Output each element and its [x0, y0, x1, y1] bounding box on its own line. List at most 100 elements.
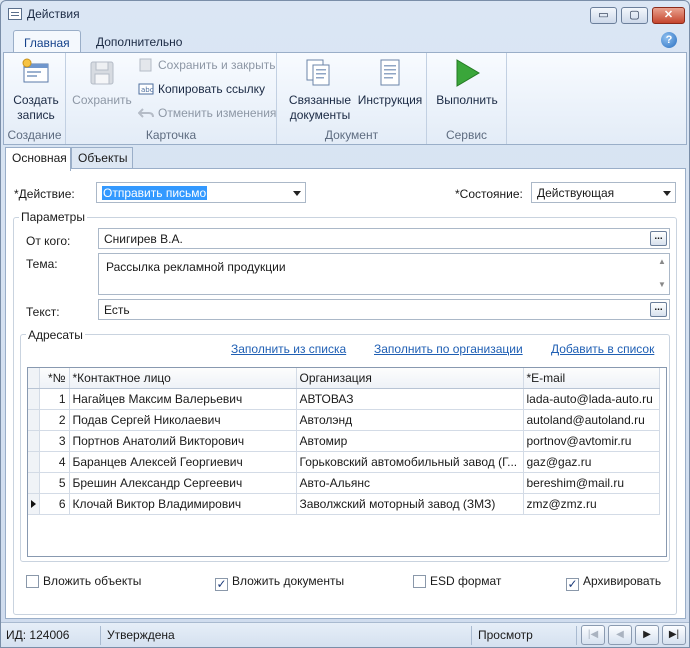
action-select[interactable]: Отправить письмо [96, 182, 306, 203]
cell-contact[interactable]: Подав Сергей Николаевич [69, 409, 297, 431]
text-edit-button[interactable]: ... [650, 302, 667, 317]
cell-email[interactable]: autoland@autoland.ru [523, 409, 660, 431]
first-icon: |◀ [587, 629, 599, 640]
row-selector[interactable] [28, 451, 40, 473]
cell-organization[interactable]: АВТОВАЗ [296, 388, 524, 410]
cell-organization[interactable]: Заволжский моторный завод (ЗМЗ) [296, 493, 524, 515]
save-button[interactable]: Сохранить [71, 57, 133, 108]
cell-email[interactable]: gaz@gaz.ru [523, 451, 660, 473]
help-icon[interactable]: ? [661, 32, 677, 48]
cell-number[interactable]: 4 [39, 451, 70, 473]
cell-number[interactable]: 1 [39, 388, 70, 410]
checkbox-box[interactable] [26, 575, 39, 588]
cell-number[interactable]: 3 [39, 430, 70, 452]
last-record-button[interactable]: ▶| [662, 625, 686, 645]
recipients-grid[interactable]: *№ *Контактное лицо Организация *E-mail … [27, 367, 667, 557]
cell-contact[interactable]: Брешин Александр Сергеевич [69, 472, 297, 494]
subject-field[interactable]: Рассылка рекламной продукции ▲ ▼ [98, 253, 670, 295]
cell-email[interactable]: portnov@avtomir.ru [523, 430, 660, 452]
cell-organization[interactable]: Горьковский автомобильный завод (Г... [296, 451, 524, 473]
new-record-icon [22, 58, 49, 83]
state-select[interactable]: Действующая [531, 182, 676, 203]
previous-icon: ◀ [616, 629, 624, 640]
column-header-organization[interactable]: Организация [296, 368, 524, 389]
subject-label: Тема: [26, 257, 58, 271]
fill-from-list-link[interactable]: Заполнить из списка [231, 342, 346, 356]
cell-contact[interactable]: Баранцев Алексей Георгиевич [69, 451, 297, 473]
row-selector[interactable] [28, 472, 40, 494]
group-card-label: Карточка [145, 128, 197, 142]
first-record-button[interactable]: |◀ [581, 625, 605, 645]
attach-objects-checkbox[interactable]: Вложить объекты [26, 574, 141, 588]
instruction-button[interactable]: Инструкция [355, 57, 425, 108]
execute-button[interactable]: Выполнить [433, 57, 501, 108]
group-service-label: Сервис [445, 128, 488, 142]
add-to-list-link[interactable]: Добавить в список [551, 342, 654, 356]
row-selector[interactable] [28, 430, 40, 452]
previous-record-button[interactable]: ◀ [608, 625, 632, 645]
table-row[interactable]: 4 Баранцев Алексей Георгиевич Горьковски… [28, 451, 660, 473]
cell-email[interactable]: bereshim@mail.ru [523, 472, 660, 494]
archive-checkbox[interactable]: ✓ Архивировать [566, 574, 661, 591]
cell-number[interactable]: 5 [39, 472, 70, 494]
table-row[interactable]: 5 Брешин Александр Сергеевич Авто-Альянс… [28, 472, 660, 494]
table-row[interactable]: 3 Портнов Анатолий Викторович Автомир po… [28, 430, 660, 452]
minimize-button[interactable]: ▭ [590, 7, 617, 24]
column-header-email[interactable]: *E-mail [523, 368, 660, 389]
next-record-button[interactable]: ▶ [635, 625, 659, 645]
status-divider [576, 626, 577, 645]
cell-email[interactable]: zmz@zmz.ru [523, 493, 660, 515]
attach-docs-label: Вложить документы [232, 574, 345, 588]
from-field[interactable]: Снигирев В.А. ... [98, 228, 670, 249]
main-panel: *Действие: Отправить письмо *Состояние: … [5, 168, 686, 619]
group-document: Связанные документы Инструкция Документ [277, 53, 427, 144]
table-row[interactable]: 6 Клочай Виктор Владимирович Заволжский … [28, 493, 660, 515]
esd-format-label: ESD формат [430, 574, 502, 588]
last-icon: ▶| [668, 629, 680, 640]
attach-docs-checkbox[interactable]: ✓ Вложить документы [215, 574, 344, 591]
group-document-label: Документ [324, 128, 379, 142]
esd-format-checkbox[interactable]: ESD формат [413, 574, 501, 588]
tab-advanced[interactable]: Дополнительно [86, 30, 192, 53]
cell-contact[interactable]: Нагайцев Максим Валерьевич [69, 388, 297, 410]
action-label: *Действие: [14, 187, 75, 201]
scroll-up-icon[interactable]: ▲ [658, 257, 666, 267]
row-selector[interactable] [28, 409, 40, 431]
copy-link-button[interactable]: abc Копировать ссылку [138, 82, 265, 100]
cell-organization[interactable]: Авто-Альянс [296, 472, 524, 494]
cell-number[interactable]: 2 [39, 409, 70, 431]
tab-home[interactable]: Главная [13, 30, 81, 53]
cell-number[interactable]: 6 [39, 493, 70, 515]
column-header-number[interactable]: *№ [39, 368, 70, 389]
cell-organization[interactable]: Автомир [296, 430, 524, 452]
tab-objects[interactable]: Объекты [71, 147, 133, 169]
checkbox-box[interactable]: ✓ [566, 578, 579, 591]
close-button[interactable]: ✕ [652, 7, 685, 24]
cell-organization[interactable]: Автолэнд [296, 409, 524, 431]
table-row[interactable]: 1 Нагайцев Максим Валерьевич АВТОВАЗ lad… [28, 388, 660, 410]
row-selector[interactable] [28, 493, 40, 515]
tab-main[interactable]: Основная [5, 147, 71, 171]
text-label: Текст: [26, 305, 60, 319]
scroll-down-icon[interactable]: ▼ [658, 280, 666, 290]
save-and-close-button[interactable]: Сохранить и закрыть [138, 58, 275, 76]
cell-contact[interactable]: Портнов Анатолий Викторович [69, 430, 297, 452]
current-row-icon [30, 499, 36, 508]
cell-email[interactable]: lada-auto@lada-auto.ru [523, 388, 660, 410]
next-icon: ▶ [643, 629, 651, 640]
related-docs-button[interactable]: Связанные документы [287, 57, 353, 123]
from-select-button[interactable]: ... [650, 231, 667, 246]
parameters-legend: Параметры [19, 210, 87, 224]
row-selector[interactable] [28, 388, 40, 410]
maximize-button[interactable]: ▢ [621, 7, 648, 24]
table-row[interactable]: 2 Подав Сергей Николаевич Автолэнд autol… [28, 409, 660, 431]
create-record-button[interactable]: Создать запись [10, 57, 62, 123]
column-header-contact[interactable]: *Контактное лицо [69, 368, 297, 389]
checkbox-box[interactable]: ✓ [215, 578, 228, 591]
text-field[interactable]: Есть ... [98, 299, 670, 320]
fill-by-org-link[interactable]: Заполнить по организации [374, 342, 523, 356]
undo-changes-button[interactable]: Отменить изменения [138, 106, 276, 124]
checkbox-box[interactable] [413, 575, 426, 588]
instruction-icon [380, 59, 400, 86]
cell-contact[interactable]: Клочай Виктор Владимирович [69, 493, 297, 515]
